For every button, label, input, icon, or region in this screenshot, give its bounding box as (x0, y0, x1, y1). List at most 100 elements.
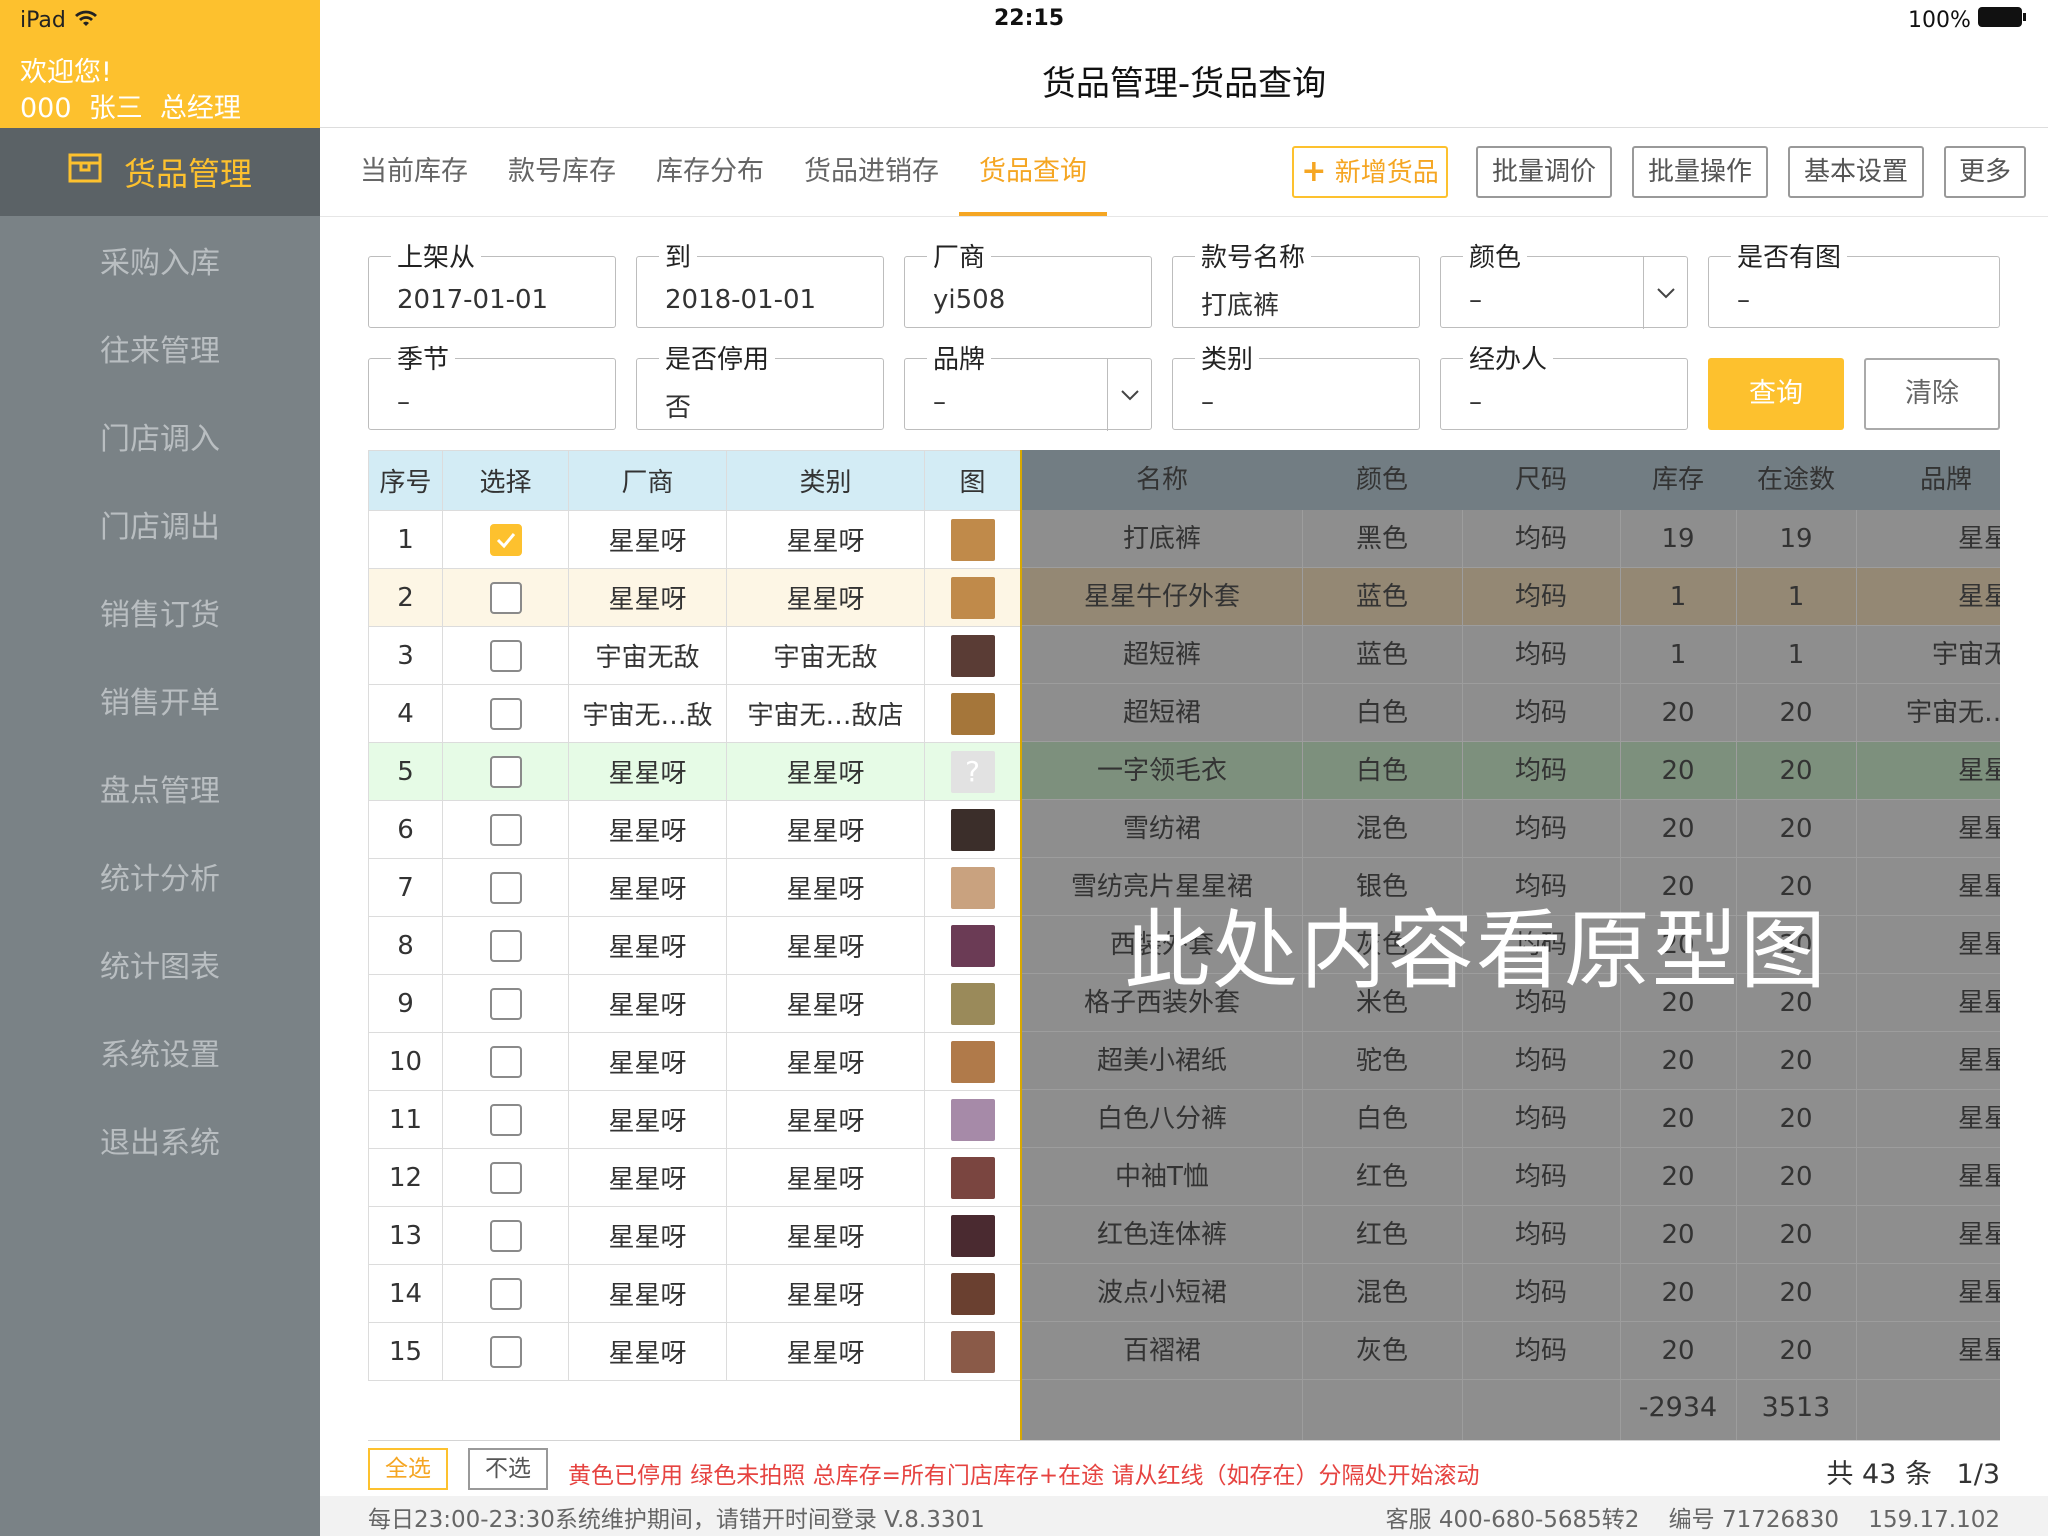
style-name-field[interactable]: 款号名称 打底裤 (1172, 237, 1420, 328)
season-field[interactable]: 季节 – (368, 339, 616, 430)
product-thumbnail[interactable] (950, 1272, 995, 1315)
product-thumbnail[interactable] (950, 692, 995, 735)
product-thumbnail[interactable] (950, 1156, 995, 1199)
product-thumbnail[interactable] (950, 1330, 995, 1373)
sidebar-item-accounts[interactable]: 往来管理 (0, 304, 320, 392)
pagination[interactable]: 共 43 条 1/3 (1826, 1452, 2000, 1491)
product-thumbnail[interactable]: ? (950, 750, 995, 793)
table-row[interactable]: 9 星星呀 星星呀 (368, 974, 1021, 1033)
chevron-down-icon[interactable] (1643, 257, 1687, 329)
table-row[interactable]: 打底裤 黑色 均码 19 19 星星呀 (1022, 510, 2000, 568)
product-thumbnail[interactable] (950, 1040, 995, 1083)
product-thumbnail[interactable] (950, 866, 995, 909)
sidebar-item-sales-bill[interactable]: 销售开单 (0, 656, 320, 744)
row-checkbox[interactable] (489, 1161, 522, 1194)
product-thumbnail[interactable] (950, 1214, 995, 1257)
tab-current-stock[interactable]: 当前库存 (340, 140, 488, 216)
clear-button[interactable]: 清除 (1864, 358, 2000, 430)
row-checkbox[interactable] (489, 1103, 522, 1136)
batch-operation-button[interactable]: 批量操作 (1632, 146, 1768, 198)
sidebar-item-purchase[interactable]: 采购入库 (0, 216, 320, 304)
status-clock: 22:15 (994, 6, 1065, 31)
row-checkbox[interactable] (489, 813, 522, 846)
chevron-down-icon[interactable] (1107, 359, 1151, 431)
table-row[interactable]: 百褶裙 灰色 均码 20 20 星星呀 (1022, 1322, 2000, 1380)
table-row[interactable]: 15 星星呀 星星呀 (368, 1322, 1021, 1381)
product-thumbnail[interactable] (950, 576, 995, 619)
table-row[interactable]: 中袖T恤 红色 均码 20 20 星星呀 (1022, 1148, 2000, 1206)
table-row[interactable]: 1 星星呀 星星呀 (368, 510, 1021, 569)
table-row[interactable]: 3 宇宙无敌 宇宙无敌 (368, 626, 1021, 685)
row-checkbox[interactable] (489, 871, 522, 904)
row-checkbox[interactable] (489, 581, 522, 614)
tab-goods-query[interactable]: 货品查询 (959, 140, 1107, 216)
row-checkbox[interactable] (489, 1045, 522, 1078)
row-stock: 20 (1661, 814, 1695, 844)
table-row[interactable]: 2 星星呀 星星呀 (368, 568, 1021, 627)
sidebar-item-logout[interactable]: 退出系统 (0, 1096, 320, 1184)
basic-settings-button[interactable]: 基本设置 (1788, 146, 1924, 198)
tab-style-stock[interactable]: 款号库存 (488, 140, 636, 216)
table-row[interactable]: 14 星星呀 星星呀 (368, 1264, 1021, 1323)
table-row[interactable]: 6 星星呀 星星呀 (368, 800, 1021, 859)
row-checkbox[interactable] (489, 987, 522, 1020)
product-thumbnail[interactable] (950, 518, 995, 561)
table-row[interactable]: 白色八分裤 白色 均码 20 20 星星呀 (1022, 1090, 2000, 1148)
has-image-field[interactable]: 是否有图 – (1708, 237, 2000, 328)
row-checkbox[interactable] (489, 523, 522, 556)
table-row[interactable]: 12 星星呀 星星呀 (368, 1148, 1021, 1207)
sidebar-item-analysis[interactable]: 统计分析 (0, 832, 320, 920)
sidebar-item-transfer-out[interactable]: 门店调出 (0, 480, 320, 568)
scroll-header: 名称 颜色 尺码 库存 在途数 品牌 (1022, 450, 2000, 510)
sidebar-item-settings[interactable]: 系统设置 (0, 1008, 320, 1096)
tab-stock-distribution[interactable]: 库存分布 (636, 140, 784, 216)
table-row[interactable]: 4 宇宙无…敌 宇宙无…敌店 (368, 684, 1021, 743)
table-row[interactable]: 5 星星呀 星星呀? (368, 742, 1021, 801)
add-goods-button[interactable]: + 新增货品 (1292, 146, 1448, 198)
sidebar-item-goods[interactable]: 货品管理 (0, 128, 320, 216)
query-button[interactable]: 查询 (1708, 358, 1844, 430)
table-row[interactable]: 红色连体裤 红色 均码 20 20 星星呀 (1022, 1206, 2000, 1264)
product-thumbnail[interactable] (950, 924, 995, 967)
table-row[interactable]: 7 星星呀 星星呀 (368, 858, 1021, 917)
shelf-from-field[interactable]: 上架从 2017-01-01 (368, 237, 616, 328)
sidebar-item-sales-order[interactable]: 销售订货 (0, 568, 320, 656)
table-row[interactable]: 8 星星呀 星星呀 (368, 916, 1021, 975)
table-row[interactable]: 10 星星呀 星星呀 (368, 1032, 1021, 1091)
color-select[interactable]: 颜色 – (1440, 237, 1688, 329)
category-field[interactable]: 类别 – (1172, 339, 1420, 430)
table-row[interactable]: 雪纺裙 混色 均码 20 20 星星呀 (1022, 800, 2000, 858)
table-row[interactable]: 超短裤 蓝色 均码 1 1 宇宙无敌 (1022, 626, 2000, 684)
row-checkbox[interactable] (489, 929, 522, 962)
product-thumbnail[interactable] (950, 634, 995, 677)
select-none-button[interactable]: 不选 (468, 1448, 548, 1490)
table-row[interactable]: 13 星星呀 星星呀 (368, 1206, 1021, 1265)
date-to-field[interactable]: 到 2018-01-01 (636, 237, 884, 328)
row-checkbox[interactable] (489, 1277, 522, 1310)
brand-select[interactable]: 品牌 – (904, 339, 1152, 431)
row-checkbox[interactable] (489, 639, 522, 672)
table-row[interactable]: 超美小裙纸 驼色 均码 20 20 星星呀 (1022, 1032, 2000, 1090)
more-button[interactable]: 更多 (1944, 146, 2026, 198)
table-row[interactable]: 11 星星呀 星星呀 (368, 1090, 1021, 1149)
table-row[interactable]: 星星牛仔外套 蓝色 均码 1 1 星星呀 (1022, 568, 2000, 626)
row-checkbox[interactable] (489, 697, 522, 730)
disabled-field[interactable]: 是否停用 否 (636, 339, 884, 430)
sidebar-item-charts[interactable]: 统计图表 (0, 920, 320, 1008)
product-thumbnail[interactable] (950, 982, 995, 1025)
tab-goods-flow[interactable]: 货品进销存 (784, 140, 959, 216)
table-row[interactable]: 波点小短裙 混色 均码 20 20 星星呀 (1022, 1264, 2000, 1322)
table-row[interactable]: 超短裙 白色 均码 20 20 宇宙无…敌 (1022, 684, 2000, 742)
table-row[interactable]: 一字领毛衣 白色 均码 20 20 星星呀 (1022, 742, 2000, 800)
sidebar-item-inventory[interactable]: 盘点管理 (0, 744, 320, 832)
product-thumbnail[interactable] (950, 808, 995, 851)
row-checkbox[interactable] (489, 1219, 522, 1252)
sidebar-item-transfer-in[interactable]: 门店调入 (0, 392, 320, 480)
product-thumbnail[interactable] (950, 1098, 995, 1141)
row-checkbox[interactable] (489, 755, 522, 788)
vendor-field[interactable]: 厂商 yi508 (904, 237, 1152, 328)
select-all-button[interactable]: 全选 (368, 1448, 448, 1490)
handler-field[interactable]: 经办人 – (1440, 339, 1688, 430)
batch-price-button[interactable]: 批量调价 (1476, 146, 1612, 198)
row-checkbox[interactable] (489, 1335, 522, 1368)
